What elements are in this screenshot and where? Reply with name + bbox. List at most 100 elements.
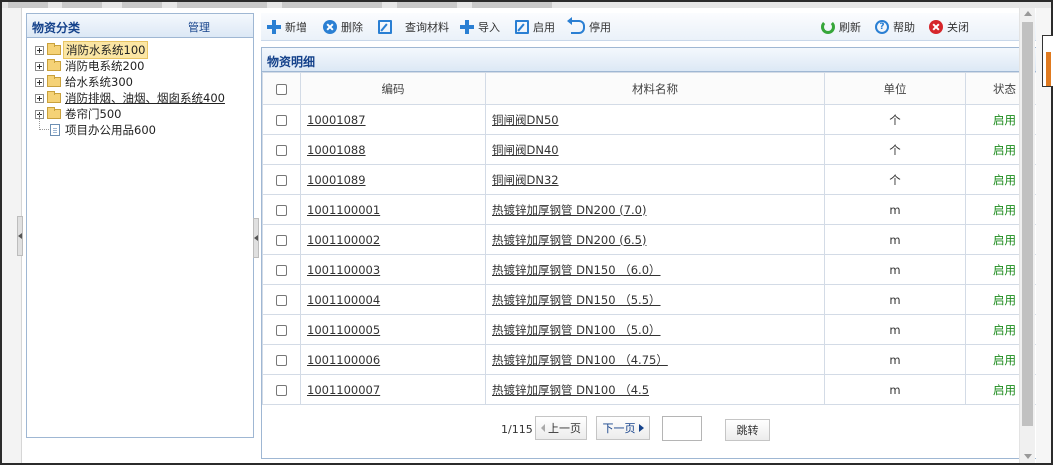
row-checkbox[interactable] bbox=[276, 324, 287, 336]
code-cell: 1001100007 bbox=[300, 374, 486, 405]
folder-icon bbox=[47, 107, 61, 119]
row-checkbox[interactable] bbox=[276, 204, 287, 216]
name-link[interactable]: 热镀锌加厚钢管 DN100 （4.5 bbox=[492, 383, 649, 397]
name-link[interactable]: 热镀锌加厚钢管 DN200 (7.0) bbox=[492, 203, 646, 217]
row-checkbox[interactable] bbox=[276, 144, 287, 156]
toolbar: 新增 删除 查询材料 导入 启用 停用 刷新 ? 帮助 关闭 bbox=[261, 13, 1044, 41]
scroll-up-icon[interactable] bbox=[1024, 11, 1032, 16]
name-link[interactable]: 热镀锌加厚钢管 DN150 （6.0） bbox=[492, 263, 661, 277]
tree-node-office-supplies[interactable]: 项目办公用品600 bbox=[35, 114, 227, 138]
name-link[interactable]: 热镀锌加厚钢管 DN150 （5.5） bbox=[492, 293, 661, 307]
name-link[interactable]: 热镀锌加厚钢管 DN200 (6.5) bbox=[492, 233, 646, 247]
tree-node-water-supply[interactable]: 给水系统300 bbox=[35, 74, 227, 90]
code-link[interactable]: 1001100006 bbox=[307, 353, 380, 367]
close-button[interactable]: 关闭 bbox=[929, 19, 969, 35]
query-material-label: 查询材料 bbox=[405, 21, 449, 34]
refresh-button[interactable]: 刷新 bbox=[821, 19, 861, 35]
tree-node-rolling-door[interactable]: 卷帘门500 bbox=[35, 106, 227, 122]
name-link[interactable]: 铜闸阀DN32 bbox=[492, 173, 559, 187]
name-link[interactable]: 热镀锌加厚钢管 DN100 （5.0） bbox=[492, 323, 661, 337]
category-panel-header: 物资分类 管理 bbox=[27, 14, 253, 38]
collapse-outer-handle[interactable] bbox=[17, 216, 23, 256]
expand-icon[interactable] bbox=[35, 77, 44, 87]
code-link[interactable]: 1001100007 bbox=[307, 383, 380, 397]
table-row[interactable]: 1001100003 热镀锌加厚钢管 DN150 （6.0） m 启用 bbox=[262, 254, 1044, 285]
help-button-label: 帮助 bbox=[893, 21, 915, 34]
code-cell: 1001100001 bbox=[300, 194, 486, 225]
vertical-scrollbar[interactable] bbox=[1019, 8, 1035, 463]
expand-icon[interactable] bbox=[35, 45, 44, 55]
close-button-label: 关闭 bbox=[947, 21, 969, 34]
expand-icon[interactable] bbox=[35, 93, 44, 103]
row-checkbox[interactable] bbox=[276, 174, 287, 186]
folder-icon bbox=[47, 75, 61, 87]
tree-node-label[interactable]: 给水系统300 bbox=[63, 74, 135, 90]
enable-button[interactable]: 启用 bbox=[515, 19, 555, 35]
table-row[interactable]: 1001100002 热镀锌加厚钢管 DN200 (6.5) m 启用 bbox=[262, 224, 1044, 255]
refresh-button-label: 刷新 bbox=[839, 21, 861, 34]
expand-icon[interactable] bbox=[35, 61, 44, 71]
table-row[interactable]: 10001088 铜闸阀DN40 个 启用 bbox=[262, 134, 1044, 165]
table-row[interactable]: 1001100006 热镀锌加厚钢管 DN100 （4.75） m 启用 bbox=[262, 344, 1044, 375]
select-all-checkbox[interactable] bbox=[276, 83, 287, 95]
page-number-input[interactable] bbox=[662, 416, 702, 441]
code-link[interactable]: 10001087 bbox=[307, 113, 366, 127]
collapse-panel-handle[interactable] bbox=[253, 218, 259, 258]
row-select-cell bbox=[262, 284, 301, 315]
scroll-thumb[interactable] bbox=[1022, 22, 1033, 426]
tree-node-smoke-exhaust[interactable]: 消防排烟、油烟、烟囱系统400 bbox=[35, 90, 227, 106]
row-checkbox[interactable] bbox=[276, 264, 287, 276]
row-checkbox[interactable] bbox=[276, 354, 287, 366]
name-cell: 铜闸阀DN32 bbox=[485, 164, 825, 195]
name-link[interactable]: 铜闸阀DN40 bbox=[492, 143, 559, 157]
tree-node-fire-water[interactable]: 消防水系统100 bbox=[35, 41, 227, 59]
code-link[interactable]: 10001088 bbox=[307, 143, 366, 157]
column-header-code[interactable]: 编码 bbox=[300, 72, 486, 105]
code-cell: 1001100002 bbox=[300, 224, 486, 255]
tree-node-fire-electric[interactable]: 消防电系统200 bbox=[35, 58, 227, 74]
table-row[interactable]: 1001100004 热镀锌加厚钢管 DN150 （5.5） m 启用 bbox=[262, 284, 1044, 315]
code-link[interactable]: 1001100001 bbox=[307, 203, 380, 217]
code-link[interactable]: 10001089 bbox=[307, 173, 366, 187]
tree-node-label[interactable]: 卷帘门500 bbox=[63, 106, 123, 122]
tree-node-label[interactable]: 消防电系统200 bbox=[63, 58, 146, 74]
code-link[interactable]: 1001100002 bbox=[307, 233, 380, 247]
unit-cell: 个 bbox=[824, 164, 966, 195]
prev-page-button[interactable]: 上一页 bbox=[535, 416, 587, 440]
scroll-down-icon[interactable] bbox=[1024, 454, 1032, 459]
table-row[interactable]: 1001100001 热镀锌加厚钢管 DN200 (7.0) m 启用 bbox=[262, 194, 1044, 225]
column-header-name[interactable]: 材料名称 bbox=[485, 72, 825, 105]
material-grid-header: 物资明细 bbox=[262, 48, 1043, 72]
delete-button-label: 删除 bbox=[341, 21, 363, 34]
unit-cell: 个 bbox=[824, 104, 966, 135]
tree-node-label[interactable]: 消防水系统100 bbox=[63, 41, 149, 59]
help-button[interactable]: ? 帮助 bbox=[875, 19, 915, 35]
query-material-button[interactable]: 查询材料 bbox=[378, 19, 449, 35]
import-button[interactable]: 导入 bbox=[460, 19, 500, 35]
table-row[interactable]: 1001100007 热镀锌加厚钢管 DN100 （4.5 m 启用 bbox=[262, 374, 1044, 405]
code-link[interactable]: 1001100003 bbox=[307, 263, 380, 277]
row-checkbox[interactable] bbox=[276, 384, 287, 396]
delete-button[interactable]: 删除 bbox=[323, 19, 363, 35]
name-link[interactable]: 热镀锌加厚钢管 DN100 （4.75） bbox=[492, 353, 668, 367]
row-checkbox[interactable] bbox=[276, 294, 287, 306]
code-link[interactable]: 1001100005 bbox=[307, 323, 380, 337]
disable-button[interactable]: 停用 bbox=[567, 17, 611, 35]
side-widget[interactable] bbox=[1042, 35, 1053, 87]
table-row[interactable]: 1001100005 热镀锌加厚钢管 DN100 （5.0） m 启用 bbox=[262, 314, 1044, 345]
add-button[interactable]: 新增 bbox=[267, 19, 307, 35]
column-header-unit[interactable]: 单位 bbox=[824, 72, 966, 105]
row-checkbox[interactable] bbox=[276, 114, 287, 126]
name-link[interactable]: 铜闸阀DN50 bbox=[492, 113, 559, 127]
next-page-button[interactable]: 下一页 bbox=[596, 416, 650, 440]
go-to-page-button[interactable]: 跳转 bbox=[725, 419, 770, 441]
top-tab-strip bbox=[2, 2, 1051, 8]
table-row[interactable]: 10001087 铜闸阀DN50 个 启用 bbox=[262, 104, 1044, 135]
tree-node-label[interactable]: 项目办公用品600 bbox=[63, 122, 158, 138]
row-checkbox[interactable] bbox=[276, 234, 287, 246]
table-row[interactable]: 10001089 铜闸阀DN32 个 启用 bbox=[262, 164, 1044, 195]
code-link[interactable]: 1001100004 bbox=[307, 293, 380, 307]
tree-node-label[interactable]: 消防排烟、油烟、烟囱系统400 bbox=[63, 90, 227, 106]
manage-link[interactable]: 管理 bbox=[188, 19, 210, 35]
material-grid-title: 物资明细 bbox=[267, 55, 316, 69]
